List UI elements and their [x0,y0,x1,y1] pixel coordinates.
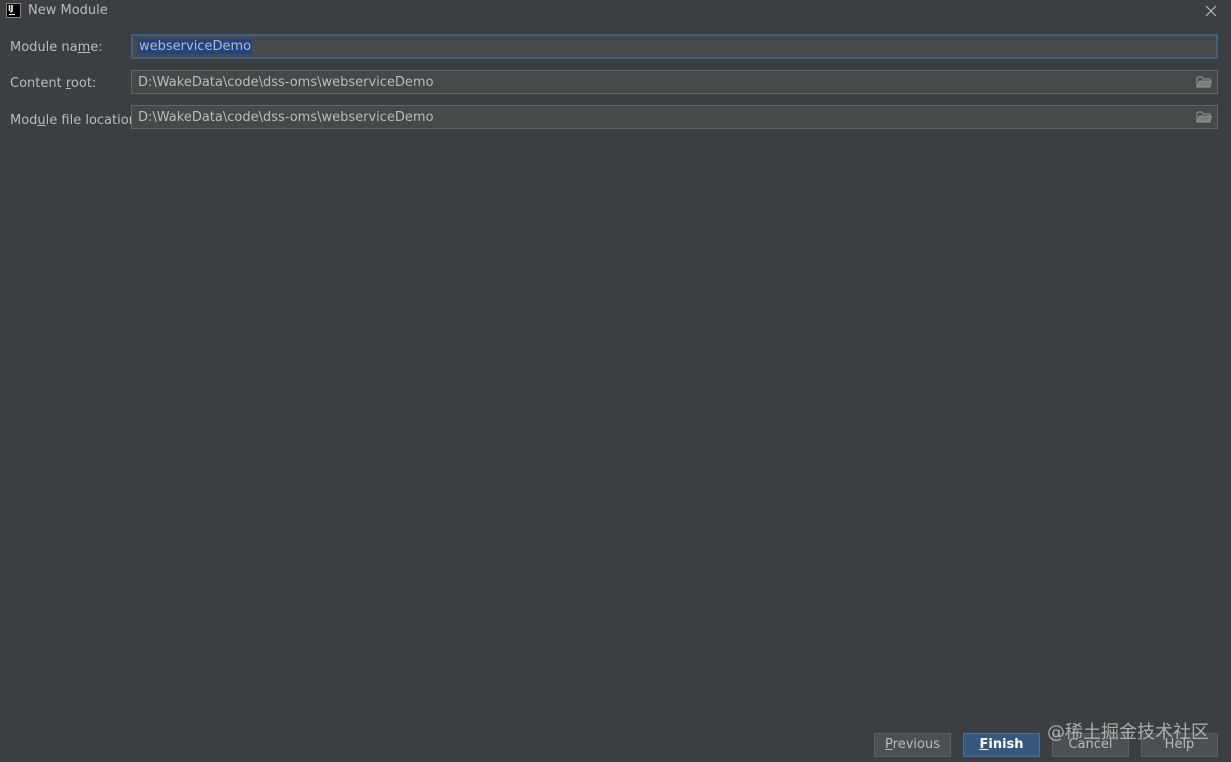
close-icon[interactable] [1201,1,1221,21]
content-root-input[interactable]: D:\WakeData\code\dss-oms\webserviceDemo [131,70,1218,94]
module-file-location-input[interactable]: D:\WakeData\code\dss-oms\webserviceDemo [131,105,1218,129]
module-file-location-label: Module file location: [10,113,142,128]
folder-icon[interactable] [1196,110,1213,124]
finish-button[interactable]: Finish [963,733,1040,757]
module-name-row: Module name: webserviceDemo [0,34,1231,60]
intellij-icon: IJ [6,3,21,18]
window-title: New Module [28,3,108,18]
folder-icon[interactable] [1196,75,1213,89]
new-module-dialog: IJ New Module Module name: webserviceDem… [0,0,1231,762]
module-file-location-value: D:\WakeData\code\dss-oms\webserviceDemo [138,110,434,125]
content-root-value: D:\WakeData\code\dss-oms\webserviceDemo [138,75,434,90]
app-icon-text: IJ [8,4,13,13]
previous-button[interactable]: Previous [874,733,951,757]
watermark: @稀土掘金技术社区 [1047,722,1209,743]
module-file-location-row: Module file location: D:\WakeData\code\d… [0,105,1231,131]
content-root-row: Content root: D:\WakeData\code\dss-oms\w… [0,70,1231,96]
content-root-label: Content root: [10,76,97,91]
module-name-value: webserviceDemo [138,39,253,54]
module-name-input[interactable]: webserviceDemo [131,34,1218,59]
module-name-label: Module name: [10,40,103,55]
title-bar: IJ New Module [0,0,1231,22]
